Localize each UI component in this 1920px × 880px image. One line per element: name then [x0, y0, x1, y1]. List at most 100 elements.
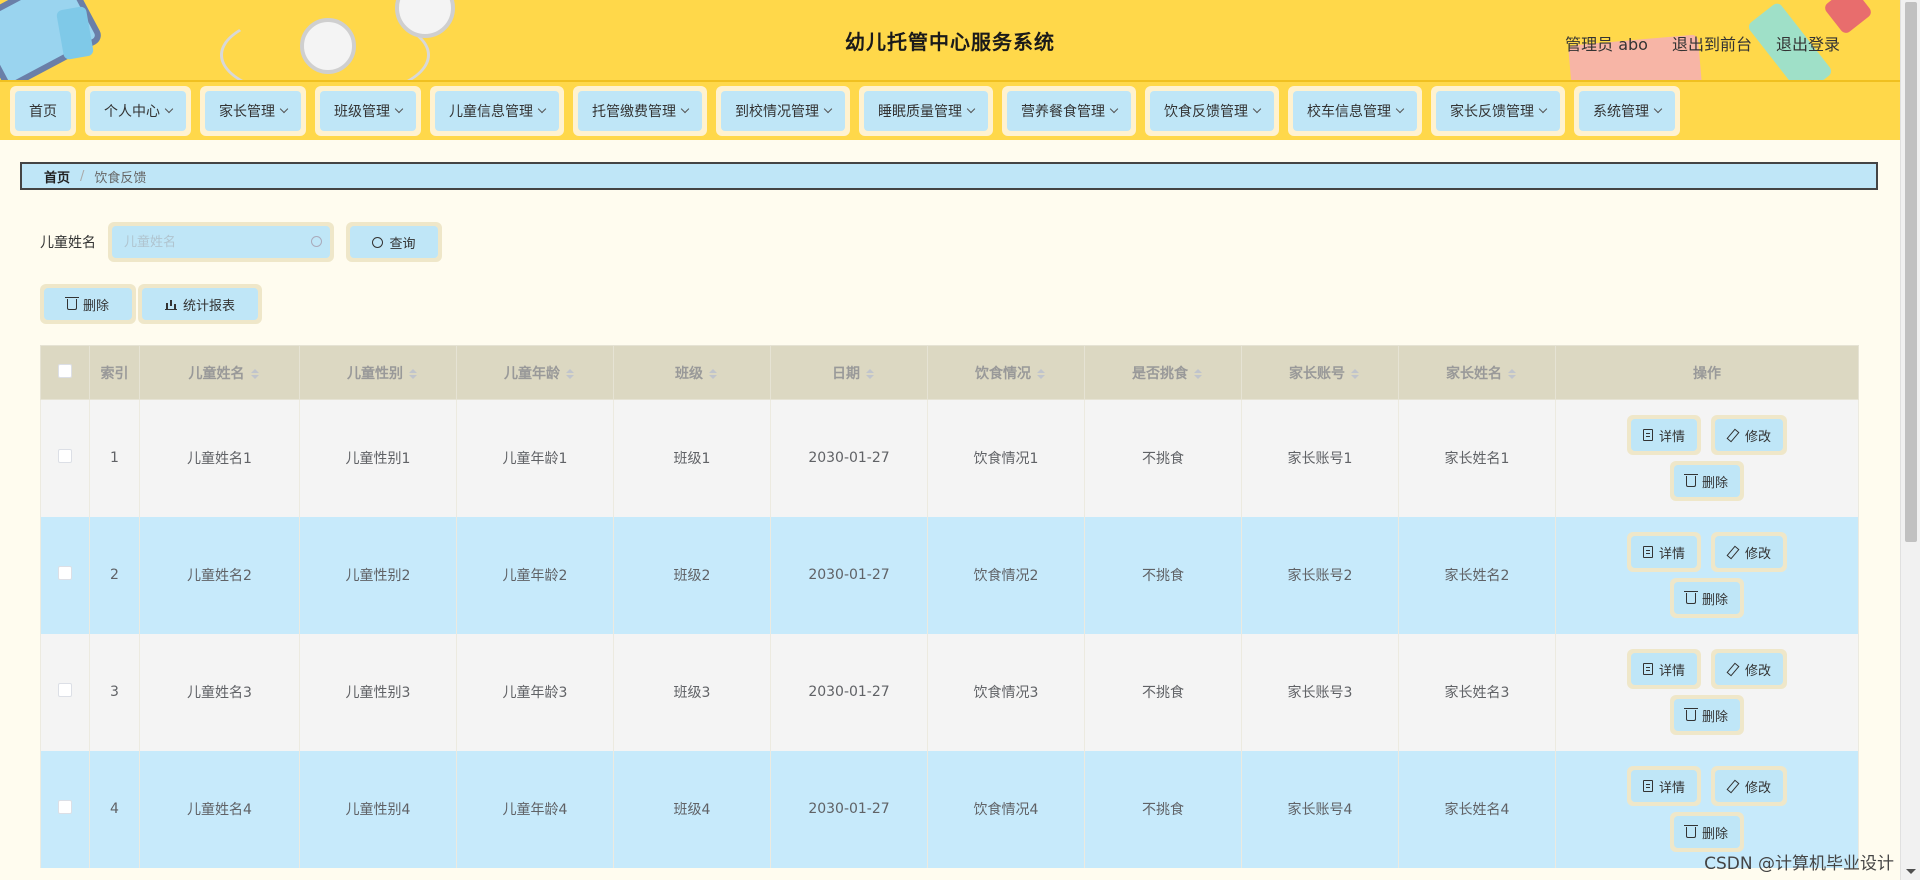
- nav-item-button[interactable]: 校车信息管理: [1293, 91, 1417, 131]
- row-actions-cell: 详情 修改删除: [1555, 633, 1859, 751]
- edit-button[interactable]: 修改: [1715, 770, 1784, 802]
- delete-button[interactable]: 删除: [1673, 699, 1740, 731]
- detail-button-wrapper: 详情: [1626, 649, 1701, 689]
- scroll-down-arrow-icon[interactable]: [1906, 869, 1916, 874]
- row-actions: 详情 修改删除: [1607, 766, 1807, 852]
- chevron-down-icon: [1395, 104, 1405, 114]
- nav-item-button[interactable]: 饮食反馈管理: [1150, 91, 1274, 131]
- column-header[interactable]: 儿童年龄: [456, 345, 614, 400]
- bulk-delete-button[interactable]: 删除: [44, 288, 132, 320]
- nav-item-button[interactable]: 到校情况管理: [721, 91, 845, 131]
- column-header[interactable]: 饮食情况: [927, 345, 1085, 400]
- nav-item-button[interactable]: 儿童信息管理: [435, 91, 559, 131]
- nav-item[interactable]: 营养餐食管理: [1002, 86, 1136, 136]
- row-checkbox[interactable]: [58, 800, 72, 814]
- table-cell-gender: 儿童性别2: [299, 516, 457, 634]
- detail-button-wrapper: 详情: [1626, 766, 1701, 806]
- detail-button[interactable]: 详情: [1630, 770, 1697, 802]
- table-row: 1 儿童姓名1 儿童性别1 儿童年龄1 班级1 2030-01-27 饮食情况1 不挑食 家长账…: [40, 399, 1859, 517]
- table-cell-diet: 饮食情况1: [927, 399, 1085, 517]
- column-header[interactable]: 儿童姓名: [139, 345, 300, 400]
- exit-to-front-link[interactable]: 退出到前台: [1672, 31, 1752, 55]
- select-all-checkbox[interactable]: [58, 363, 72, 378]
- search-input[interactable]: [112, 226, 330, 258]
- edit-icon: [1727, 780, 1739, 792]
- column-header[interactable]: 儿童性别: [299, 345, 457, 400]
- column-header[interactable]: 日期: [770, 345, 928, 400]
- detail-button[interactable]: 详情: [1630, 653, 1697, 685]
- table-cell-class: 班级1: [613, 399, 771, 517]
- edit-button[interactable]: 修改: [1715, 419, 1784, 452]
- row-checkbox[interactable]: [58, 683, 72, 697]
- column-header-label: 家长姓名: [1446, 365, 1502, 382]
- nav-item-button[interactable]: 营养餐食管理: [1007, 91, 1131, 131]
- nav-item[interactable]: 家长管理: [200, 86, 306, 136]
- column-header[interactable]: 班级: [613, 345, 771, 400]
- nav-item[interactable]: 校车信息管理: [1288, 86, 1422, 136]
- table-cell-diet: 饮食情况4: [927, 750, 1085, 868]
- document-icon: [1642, 546, 1653, 558]
- table-cell-parent-account: 家长账号4: [1241, 750, 1399, 868]
- edit-button-label: 修改: [1745, 429, 1772, 445]
- vertical-scrollbar[interactable]: [1900, 0, 1920, 880]
- nav-item-button[interactable]: 睡眠质量管理: [864, 91, 988, 131]
- statistics-report-button[interactable]: 统计报表: [142, 288, 258, 320]
- table-cell-index: 4: [89, 750, 140, 868]
- edit-icon: [1727, 429, 1739, 441]
- edit-button[interactable]: 修改: [1715, 536, 1784, 568]
- delete-button[interactable]: 删除: [1673, 465, 1740, 498]
- breadcrumb-home[interactable]: 首页: [44, 167, 70, 186]
- column-header[interactable]: 家长账号: [1241, 345, 1399, 400]
- nav-item-label: 托管缴费管理: [592, 104, 676, 120]
- nav-item[interactable]: 家长反馈管理: [1431, 86, 1565, 136]
- logout-link[interactable]: 退出登录: [1776, 31, 1840, 55]
- column-header[interactable]: 是否挑食: [1084, 345, 1242, 400]
- nav-item-button[interactable]: 系统管理: [1579, 91, 1675, 131]
- edit-button[interactable]: 修改: [1715, 653, 1784, 685]
- nav-item[interactable]: 托管缴费管理: [573, 86, 707, 136]
- nav-item[interactable]: 儿童信息管理: [430, 86, 564, 136]
- delete-button[interactable]: 删除: [1673, 582, 1740, 614]
- column-header: 操作: [1555, 345, 1859, 400]
- detail-button-wrapper: 详情: [1626, 415, 1701, 456]
- delete-button[interactable]: 删除: [1673, 816, 1740, 848]
- breadcrumb-separator: /: [80, 168, 85, 184]
- chevron-down-icon: [966, 104, 976, 114]
- row-checkbox[interactable]: [58, 449, 72, 464]
- user-label: 管理员 abo: [1565, 35, 1648, 54]
- detail-button[interactable]: 详情: [1630, 536, 1697, 568]
- row-checkbox[interactable]: [58, 566, 72, 580]
- nav-item[interactable]: 班级管理: [315, 86, 421, 136]
- table-cell-parent-account: 家长账号1: [1241, 399, 1399, 517]
- row-select-cell: [40, 750, 90, 868]
- scrollbar-thumb[interactable]: [1905, 2, 1917, 542]
- user-menu: 管理员 abo 退出到前台 退出登录: [1565, 31, 1840, 55]
- column-header[interactable]: 索引: [89, 345, 140, 400]
- detail-button-label: 详情: [1658, 780, 1685, 796]
- search-button[interactable]: 查询: [350, 226, 438, 258]
- nav-item[interactable]: 到校情况管理: [716, 86, 850, 136]
- search-icon: [372, 236, 384, 248]
- column-header-label: 儿童年龄: [504, 365, 560, 382]
- nav-item[interactable]: 系统管理: [1574, 86, 1680, 136]
- nav-item-label: 首页: [29, 104, 57, 120]
- document-icon: [1642, 780, 1653, 792]
- nav-item[interactable]: 饮食反馈管理: [1145, 86, 1279, 136]
- nav-item-button[interactable]: 班级管理: [320, 91, 416, 131]
- row-actions: 详情 修改删除: [1607, 415, 1807, 502]
- chevron-down-icon: [1252, 104, 1262, 114]
- edit-button-label: 修改: [1745, 780, 1772, 796]
- nav-item-button[interactable]: 家长管理: [205, 91, 301, 131]
- nav-item[interactable]: 睡眠质量管理: [859, 86, 993, 136]
- column-header[interactable]: 家长姓名: [1398, 345, 1556, 400]
- search-button-label: 查询: [389, 236, 416, 252]
- nav-item-button[interactable]: 个人中心: [90, 91, 186, 131]
- main-nav: 首页 个人中心 家长管理 班级管理 儿童信息管理 托管缴费管理 到校情况管理 睡眠质量管理 营养…: [0, 82, 1900, 140]
- nav-item-button[interactable]: 首页: [15, 91, 71, 131]
- nav-item[interactable]: 个人中心: [85, 86, 191, 136]
- nav-item-button[interactable]: 家长反馈管理: [1436, 91, 1560, 131]
- nav-item[interactable]: 首页: [10, 86, 76, 136]
- detail-button[interactable]: 详情: [1630, 419, 1697, 452]
- nav-item-button[interactable]: 托管缴费管理: [578, 91, 702, 131]
- trash-icon: [1683, 473, 1698, 487]
